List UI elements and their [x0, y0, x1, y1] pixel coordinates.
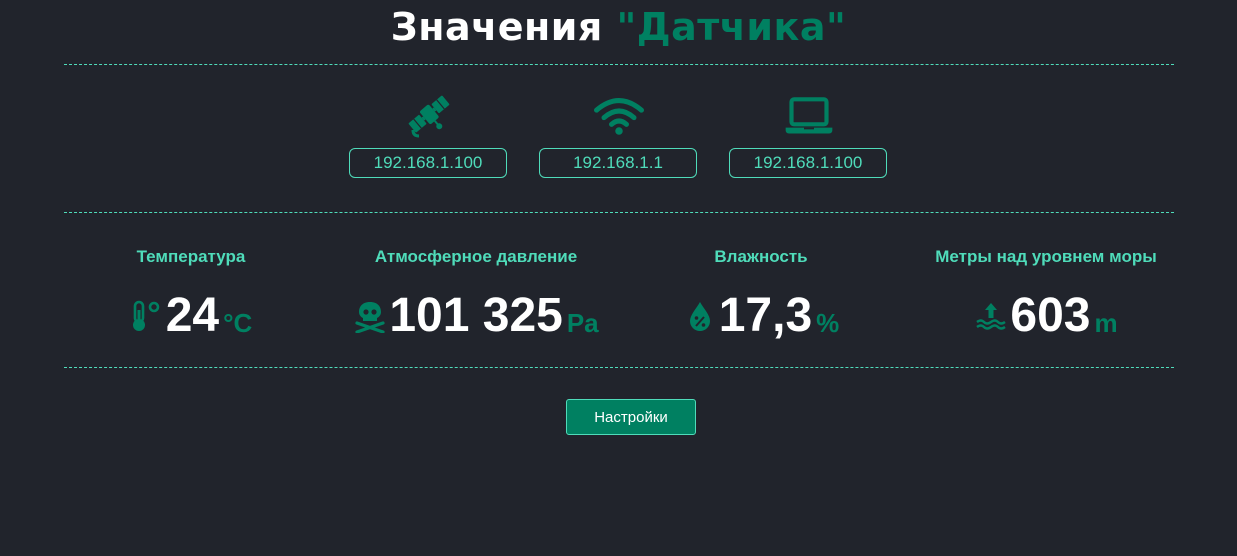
wifi-ip-field: 192.168.1.1: [539, 148, 697, 178]
metric-label: Температура: [136, 247, 246, 266]
page-title: Значения "Датчика": [0, 4, 1237, 50]
satellite-icon: [404, 92, 454, 140]
settings-button[interactable]: Настройки: [566, 399, 696, 435]
laptop-ip-field: 192.168.1.100: [729, 148, 887, 178]
network-item-wifi: 192.168.1.1: [539, 92, 699, 182]
metric-label: Метры над уровнем моры: [935, 247, 1157, 266]
divider-middle: [64, 212, 1174, 213]
network-item-laptop: 192.168.1.100: [729, 92, 889, 182]
water-level-up-icon: [974, 299, 1008, 333]
metric-label: Влажность: [714, 247, 808, 266]
metric-pressure: Атмосферное давление 101 325 Pa: [331, 244, 621, 346]
divider-bottom: [64, 367, 1174, 368]
page-title-prefix: Значения: [390, 5, 603, 49]
satellite-ip-field: 192.168.1.100: [349, 148, 507, 178]
metric-unit: m: [1094, 307, 1118, 338]
metric-value: 17,3: [718, 289, 813, 342]
thermometer-icon: [130, 299, 164, 333]
page-title-accent: "Датчика": [616, 5, 847, 49]
metric-value: 24: [165, 289, 220, 342]
metric-unit: %: [816, 307, 840, 338]
humidity-drop-icon: [683, 299, 717, 333]
metric-unit: °C: [223, 307, 253, 338]
laptop-icon: [784, 92, 834, 140]
metric-humidity: Влажность 17,3 %: [616, 244, 906, 346]
skull-crossbones-icon: [353, 299, 387, 333]
metric-label: Атмосферное давление: [374, 247, 578, 266]
divider-top: [64, 64, 1174, 65]
metric-value: 603: [1010, 289, 1091, 342]
sensor-page: Значения "Датчика" 192.168.1.100 192.168…: [0, 0, 1237, 556]
metric-value: 101 325: [389, 289, 563, 342]
network-item-satellite: 192.168.1.100: [349, 92, 509, 182]
metric-temperature: Температура 24 °C: [46, 244, 336, 346]
wifi-icon: [594, 92, 644, 140]
metric-altitude: Метры над уровнем моры 603 m: [901, 244, 1191, 346]
metric-unit: Pa: [566, 307, 599, 338]
